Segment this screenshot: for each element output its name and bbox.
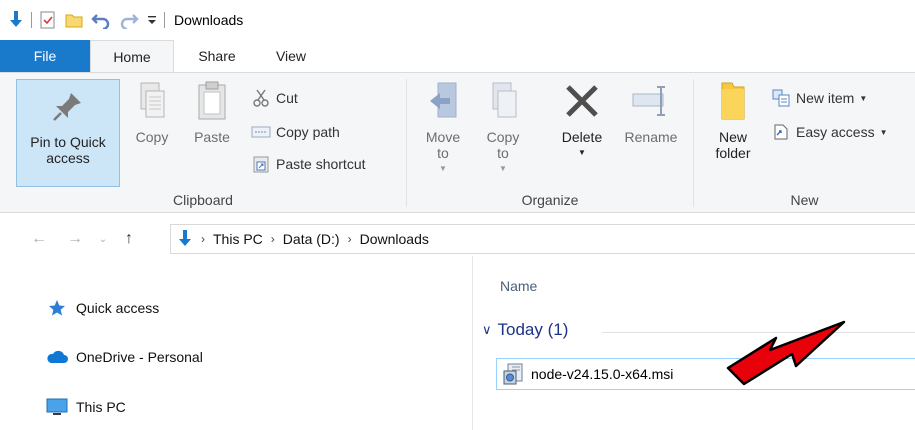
scissors-icon	[250, 88, 272, 108]
new-folder-label: New folder	[715, 129, 751, 161]
monitor-icon	[46, 398, 68, 416]
organize-group: Move to ▼ Copy to ▼ Delete ▼ Rename Orga…	[407, 73, 693, 212]
move-to-dropdown-icon: ▼	[439, 164, 447, 173]
title-bar: Downloads	[0, 0, 915, 40]
delete-dropdown-icon: ▼	[578, 148, 586, 157]
file-row[interactable]: node-v24.15.0-x64.msi	[496, 358, 915, 390]
new-item-button[interactable]: New item ▼	[770, 87, 867, 109]
cloud-icon	[46, 348, 68, 366]
easy-access-label: Easy access	[796, 124, 875, 140]
column-header-name[interactable]: Name	[500, 278, 537, 294]
new-item-dropdown-icon: ▼	[859, 93, 868, 103]
group-header-label: Today (1)	[497, 320, 569, 339]
nav-item-label: This PC	[76, 399, 126, 415]
title-separator	[164, 12, 165, 28]
tab-file[interactable]: File	[0, 40, 90, 72]
chevron-down-icon: ∨	[482, 322, 492, 337]
breadcrumb-data-drive[interactable]: Data (D:)	[283, 231, 340, 247]
ribbon: Pin to Quick access Copy Paste Cut Copy …	[0, 72, 915, 213]
delete-label: Delete	[561, 129, 603, 145]
new-folder-button[interactable]: New folder	[704, 79, 762, 161]
star-icon	[46, 299, 68, 317]
paste-label: Paste	[194, 129, 230, 145]
location-download-icon	[177, 230, 193, 248]
nav-item-label: OneDrive - Personal	[76, 349, 203, 365]
move-to-button[interactable]: Move to ▼	[419, 79, 467, 177]
breadcrumb-separator-icon[interactable]: ›	[201, 232, 205, 246]
organize-group-label: Organize	[521, 192, 579, 208]
tab-view[interactable]: View	[260, 40, 322, 72]
customize-qat-icon[interactable]	[147, 14, 157, 26]
new-item-label: New item	[796, 90, 855, 106]
breadcrumb-separator-icon[interactable]: ›	[271, 232, 275, 246]
copy-path-label: Copy path	[276, 124, 340, 140]
new-folder-qat-icon[interactable]	[65, 11, 83, 29]
move-to-label: Move to	[425, 129, 461, 161]
clipboard-group-label: Clipboard	[173, 192, 233, 208]
nav-item-label: Quick access	[76, 300, 160, 316]
nav-item-onedrive[interactable]: OneDrive - Personal	[46, 345, 203, 369]
msi-installer-icon	[503, 363, 525, 385]
delete-button[interactable]: Delete ▼	[553, 79, 611, 161]
pin-label: Pin to Quick access	[30, 134, 106, 166]
navigation-bar: ← → ⌄ ↑ › This PC › Data (D:) › Download…	[0, 222, 915, 256]
copy-to-icon	[483, 79, 523, 123]
address-bar[interactable]: › This PC › Data (D:) › Downloads	[170, 224, 915, 254]
tab-share[interactable]: Share	[174, 40, 260, 72]
rename-label: Rename	[624, 129, 678, 145]
copy-button[interactable]: Copy	[128, 79, 176, 145]
tab-home[interactable]: Home	[90, 40, 174, 72]
delete-x-icon	[562, 79, 602, 123]
back-arrow-icon[interactable]: ←	[28, 230, 50, 248]
breadcrumb-this-pc[interactable]: This PC	[213, 231, 263, 247]
annotation-arrow-icon	[726, 320, 846, 386]
pin-to-quick-access-button[interactable]: Pin to Quick access	[16, 79, 120, 187]
undo-icon[interactable]	[91, 11, 111, 29]
easy-access-dropdown-icon: ▼	[879, 127, 888, 137]
easy-access-icon	[770, 122, 792, 142]
new-group: New folder New item ▼ Easy access ▼ New	[694, 73, 915, 212]
folder-icon	[713, 79, 753, 123]
ribbon-tabs: File Home Share View	[0, 40, 915, 72]
paste-shortcut-label: Paste shortcut	[276, 156, 366, 172]
file-name: node-v24.15.0-x64.msi	[531, 366, 674, 382]
redo-icon[interactable]	[119, 11, 139, 29]
copy-label: Copy	[135, 129, 169, 145]
paste-shortcut-icon	[250, 154, 272, 174]
rename-button[interactable]: Rename	[617, 79, 685, 145]
properties-icon[interactable]	[39, 11, 57, 29]
copy-path-icon	[250, 122, 272, 142]
group-header-today[interactable]: ∨ Today (1)	[482, 320, 568, 340]
new-item-icon	[770, 88, 792, 108]
paste-button[interactable]: Paste	[184, 79, 240, 145]
paste-icon	[192, 79, 232, 123]
nav-item-quick-access[interactable]: Quick access	[46, 296, 159, 320]
copy-to-label: Copy to	[486, 129, 520, 161]
copy-icon	[132, 79, 172, 123]
new-group-label: New	[790, 192, 819, 208]
pin-icon	[48, 84, 88, 128]
breadcrumb-separator-icon[interactable]: ›	[348, 232, 352, 246]
navigation-pane: Quick access OneDrive - Personal This PC	[0, 256, 473, 430]
cut-label: Cut	[276, 90, 298, 106]
copy-to-button[interactable]: Copy to ▼	[479, 79, 527, 177]
breadcrumb-downloads[interactable]: Downloads	[360, 231, 429, 247]
window-title: Downloads	[174, 12, 244, 28]
paste-shortcut-button[interactable]: Paste shortcut	[250, 153, 366, 175]
copy-path-button[interactable]: Copy path	[250, 121, 340, 143]
copy-to-dropdown-icon: ▼	[499, 164, 507, 173]
up-arrow-icon[interactable]: ↑	[118, 230, 140, 248]
download-arrow-icon	[8, 11, 24, 29]
cut-button[interactable]: Cut	[250, 87, 298, 109]
qat-separator	[31, 12, 32, 28]
easy-access-button[interactable]: Easy access ▼	[770, 121, 888, 143]
clipboard-group: Pin to Quick access Copy Paste Cut Copy …	[0, 73, 406, 212]
move-to-icon	[423, 79, 463, 123]
rename-icon	[631, 79, 671, 123]
recent-locations-chevron-icon[interactable]: ⌄	[92, 234, 114, 245]
nav-item-this-pc[interactable]: This PC	[46, 395, 126, 419]
forward-arrow-icon[interactable]: →	[64, 230, 86, 248]
